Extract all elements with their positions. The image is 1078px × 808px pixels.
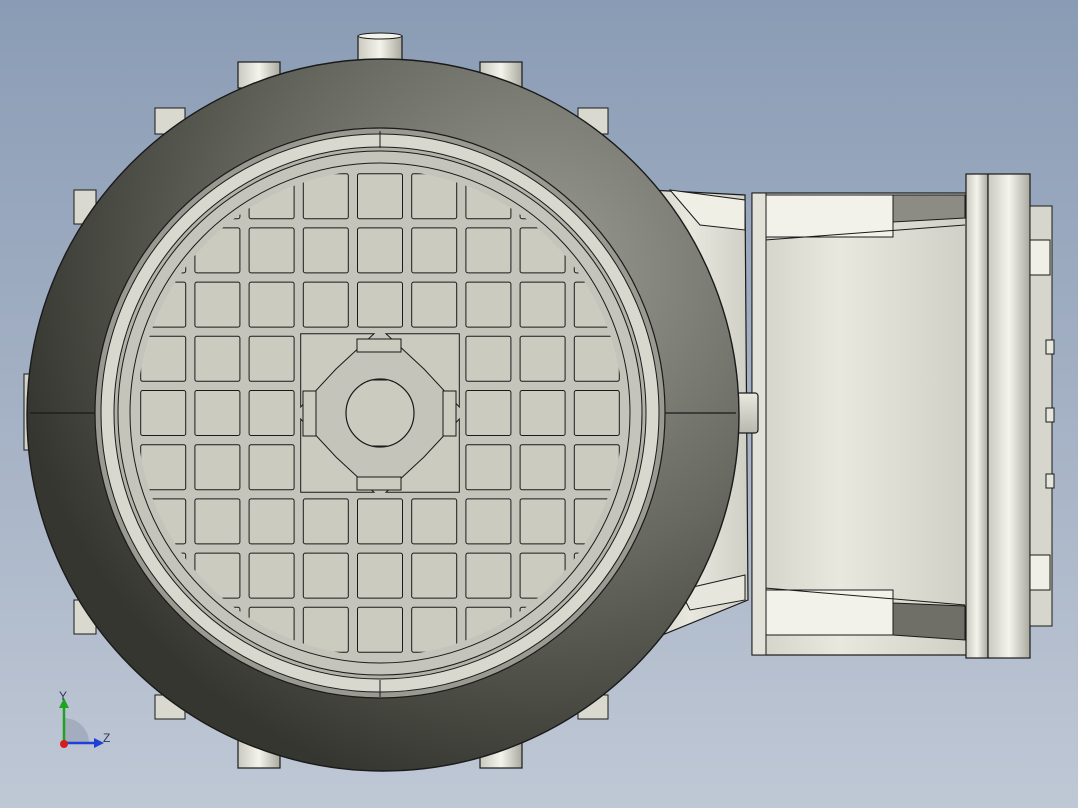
grille-cell: [248, 390, 295, 436]
grille-cell: [465, 335, 512, 382]
grille-cell: [465, 498, 512, 545]
grille-cell: [411, 281, 458, 328]
grille-cell: [302, 552, 349, 599]
grille-cell: [357, 227, 403, 274]
grille-cell: [411, 173, 458, 220]
fan-hub: [345, 378, 415, 448]
grille-cell: [465, 444, 512, 491]
output-flange: [965, 173, 989, 659]
y-axis-label: Y: [59, 689, 67, 703]
grille-cell: [194, 335, 241, 382]
hub-bottom-slot: [356, 476, 402, 491]
grille-cell: [357, 552, 403, 599]
grille-cell: [302, 227, 349, 274]
grille-cell: [194, 444, 241, 491]
grille-cell: [194, 281, 241, 328]
grille-cell: [573, 390, 620, 436]
motor-housing[interactable]: [26, 58, 740, 772]
grille-cell: [519, 498, 566, 545]
triad-xy-quadrant: [64, 718, 89, 743]
gearbox-body: [751, 192, 971, 656]
grille-cell: [411, 498, 458, 545]
grille-cell: [573, 444, 620, 491]
grille-cell: [248, 227, 295, 274]
grille-cell: [465, 552, 512, 599]
grille-cell: [302, 498, 349, 545]
grille-cell: [140, 390, 187, 436]
grille-cell: [357, 173, 403, 220]
grille-cell: [248, 444, 295, 491]
grille-cell: [465, 281, 512, 328]
x-axis-dot: [60, 740, 68, 748]
grille-cell: [302, 606, 349, 653]
grille-cell: [357, 281, 403, 328]
hub-top-slot: [356, 338, 402, 353]
grille-cell: [465, 390, 512, 436]
z-axis-label: Z: [103, 731, 110, 745]
grille-cell: [519, 444, 566, 491]
grille-cell: [194, 390, 241, 436]
hub-right-slot: [442, 390, 457, 437]
hub-left-slot: [302, 390, 317, 437]
grille-cell: [302, 173, 349, 220]
grille-cell: [411, 606, 458, 653]
grille-cell: [411, 227, 458, 274]
grille-cell: [248, 281, 295, 328]
grille-cell: [140, 335, 187, 382]
grille-cell: [357, 606, 403, 653]
grille-cell: [248, 552, 295, 599]
motor-model-view[interactable]: Y Z: [0, 0, 1078, 808]
grille-cell: [248, 335, 295, 382]
grille-cell: [573, 335, 620, 382]
grille-cell: [519, 281, 566, 328]
grille-cell: [248, 498, 295, 545]
cad-viewport[interactable]: Y Z: [0, 0, 1078, 808]
grille-cell: [140, 444, 187, 491]
orientation-triad: Y Z: [59, 689, 110, 748]
grille-cell: [411, 552, 458, 599]
grille-cell: [302, 281, 349, 328]
grille-cell: [357, 498, 403, 545]
grille-cell: [194, 498, 241, 545]
grille-cell: [519, 335, 566, 382]
grille-cell: [519, 390, 566, 436]
grille-cell: [465, 227, 512, 274]
